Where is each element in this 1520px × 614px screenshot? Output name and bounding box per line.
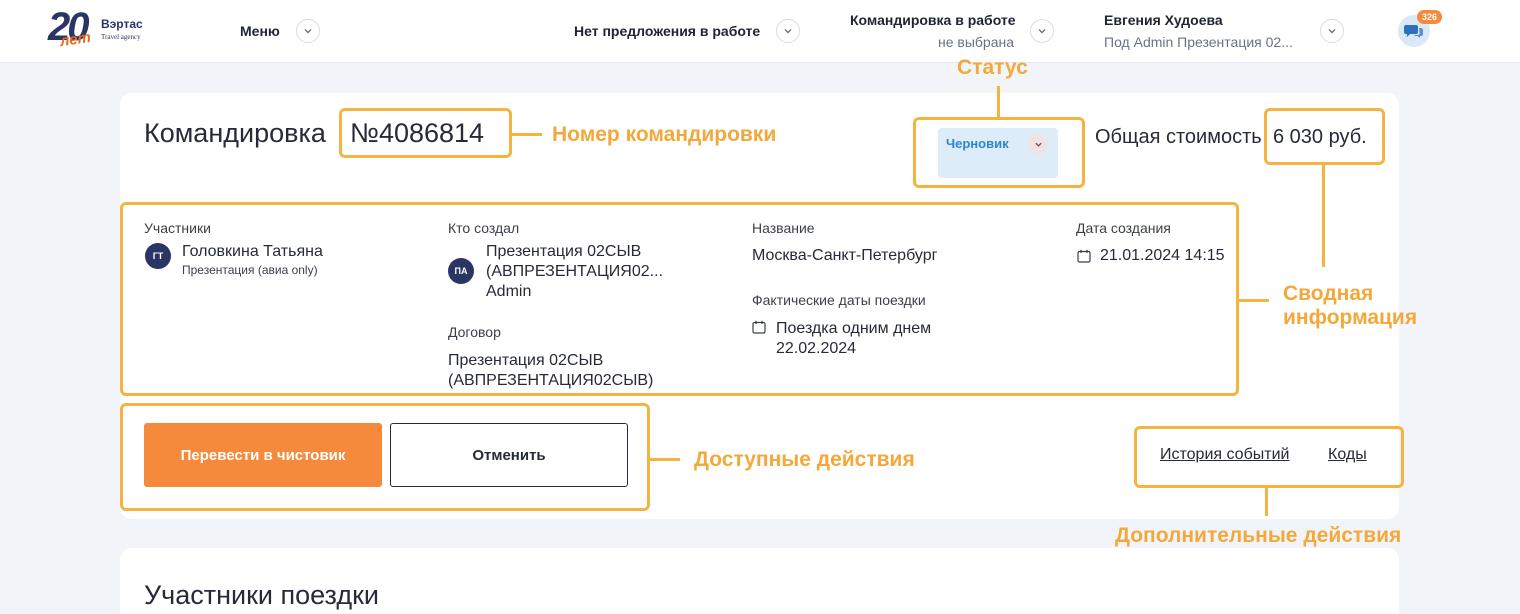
user-chevron-button[interactable] xyxy=(1320,19,1344,43)
annotation-status: Статус xyxy=(957,56,1028,79)
annotation-box-total xyxy=(1264,108,1385,165)
chat-icon xyxy=(1404,25,1423,38)
company-logo[interactable]: 20 лет Вэртас Travel agency xyxy=(48,5,158,55)
annotation-box-number xyxy=(339,108,512,158)
trip-title: Командировка xyxy=(144,118,326,148)
annotation-actions: Доступные действия xyxy=(694,448,915,471)
user-name[interactable]: Евгения Худоева xyxy=(1104,12,1223,28)
annotation-line-actions xyxy=(650,458,680,461)
total-cost-label: Общая стоимость xyxy=(1095,126,1262,148)
trip-chevron-button[interactable] xyxy=(1030,19,1054,43)
offer-chevron-button[interactable] xyxy=(776,19,800,43)
user-sub: Под Admin Презентация 02... xyxy=(1104,34,1293,50)
trip-in-work-title[interactable]: Командировка в работе xyxy=(850,12,1016,28)
logo-brand: Вэртас xyxy=(101,17,143,31)
chat-count-badge: 326 xyxy=(1417,10,1443,24)
annotation-line-total xyxy=(1322,165,1325,267)
menu-chevron-button[interactable] xyxy=(296,19,320,43)
chevron-down-icon xyxy=(1038,29,1046,34)
chevron-down-icon xyxy=(1328,29,1336,34)
annotation-line-status xyxy=(997,86,1000,117)
trip-in-work-sub: не выбрана xyxy=(938,34,1015,50)
annotation-extra: Дополнительные действия xyxy=(1115,524,1402,547)
annotation-box-status xyxy=(913,117,1085,188)
annotation-box-summary xyxy=(120,202,1239,396)
annotation-summary-line1: Сводная xyxy=(1283,282,1374,305)
annotation-line-number xyxy=(512,133,542,136)
top-header: 20 лет Вэртас Travel agency Меню Нет пре… xyxy=(0,0,1520,63)
chevron-down-icon xyxy=(784,29,792,34)
offer-label[interactable]: Нет предложения в работе xyxy=(574,23,760,39)
participants-section-title: Участники поездки xyxy=(144,580,379,610)
menu-label[interactable]: Меню xyxy=(240,23,280,39)
annotation-box-actions xyxy=(120,403,650,511)
chevron-down-icon xyxy=(304,29,312,34)
annotation-line-summary xyxy=(1239,299,1269,302)
annotation-line-extra xyxy=(1265,488,1268,516)
annotation-summary-line2: информация xyxy=(1283,306,1418,329)
logo-brand-sub: Travel agency xyxy=(101,33,141,41)
annotation-box-extra xyxy=(1134,426,1404,488)
annotation-number: Номер командировки xyxy=(552,123,777,146)
